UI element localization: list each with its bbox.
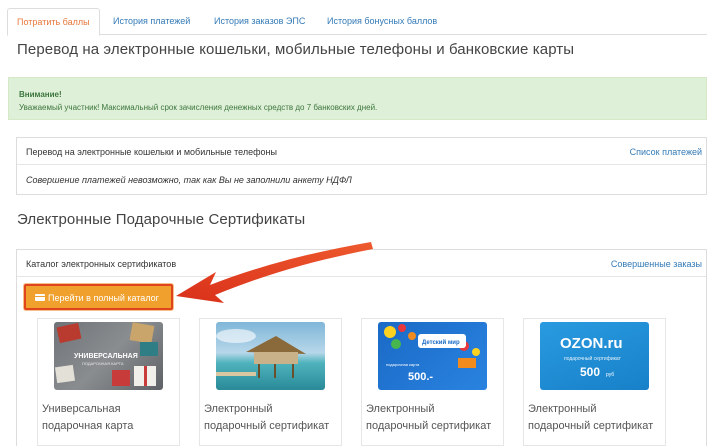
gift-boxes-icon: УНИВЕРСАЛЬНАЯ ПОДАРОЧНАЯ КАРТА xyxy=(54,322,158,386)
card-name-line2: подарочный сертификат xyxy=(366,420,492,432)
detsky-mir-value-text: 500.- xyxy=(408,371,433,383)
detsky-mir-card-image: Детский мир подарочная карта 500.- xyxy=(378,322,487,390)
card-name-line2: подарочная карта xyxy=(42,420,134,432)
card-name-line1: Электронный xyxy=(366,403,435,415)
card-name-line1: Электронный xyxy=(204,403,273,415)
ozon-card-image: OZON.ru подарочный сертификат 500 руб xyxy=(540,322,649,390)
ozon-logo-image: OZON.ru подарочный сертификат 500 руб xyxy=(560,335,623,379)
gift-card-detsky-mir[interactable]: Детский мир подарочная карта 500.- Элект… xyxy=(361,318,504,446)
ozon-value-text: 500 xyxy=(580,365,600,379)
card-name-line1: Электронный xyxy=(528,403,597,415)
ozon-currency-text: руб xyxy=(606,372,614,378)
gift-card-universal[interactable]: УНИВЕРСАЛЬНАЯ ПОДАРОЧНАЯ КАРТА Универсал… xyxy=(37,318,180,446)
ozon-card-caption: подарочный сертификат xyxy=(564,355,622,362)
universal-card-image: УНИВЕРСАЛЬНАЯ ПОДАРОЧНАЯ КАРТА xyxy=(54,322,163,390)
arrow-shape xyxy=(176,242,373,303)
card-name: Электронный подарочный сертификат xyxy=(204,401,344,435)
card-name: Универсальная подарочная карта xyxy=(42,401,182,435)
card-name: Электронный подарочный сертификат xyxy=(366,401,506,435)
universal-card-img-line1: УНИВЕРСАЛЬНАЯ xyxy=(74,353,138,360)
universal-card-img-line2: ПОДАРОЧНАЯ КАРТА xyxy=(82,361,124,366)
card-name-line2: подарочный сертификат xyxy=(204,420,330,432)
ozon-brand-text: OZON.ru xyxy=(560,335,623,352)
gift-card-ozon[interactable]: OZON.ru подарочный сертификат 500 руб Эл… xyxy=(523,318,666,446)
detsky-mir-card-caption: подарочная карта xyxy=(386,362,420,367)
detsky-mir-brand-text: Детский мир xyxy=(422,339,460,346)
card-name: Электронный подарочный сертификат xyxy=(528,401,668,435)
bungalow-image xyxy=(216,329,306,378)
travel-card-image xyxy=(216,322,325,390)
toys-image: Детский мир подарочная карта 500.- xyxy=(384,324,480,383)
card-name-line1: Универсальная xyxy=(42,403,121,415)
gift-card-travel[interactable]: Электронный подарочный сертификат xyxy=(199,318,342,446)
card-name-line2: подарочный сертификат xyxy=(528,420,654,432)
